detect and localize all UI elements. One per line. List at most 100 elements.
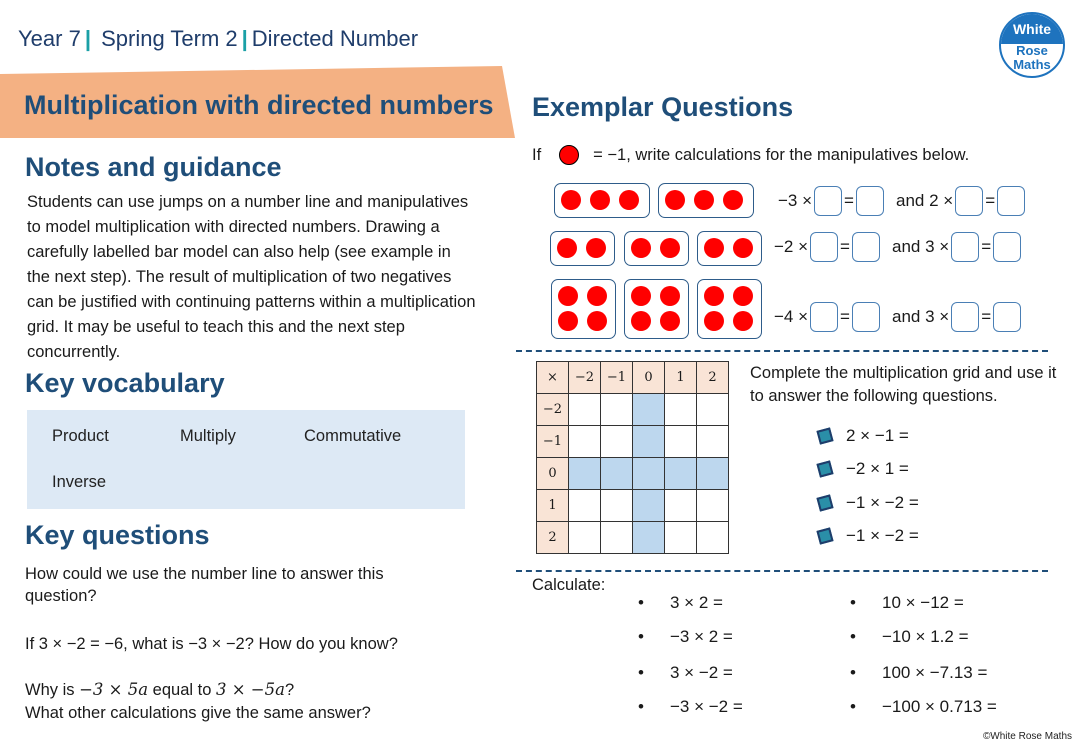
key-question-3: Why is −3 × 5a equal to 3 × −5a? (25, 679, 294, 701)
red-counter (733, 311, 753, 331)
red-counter (590, 190, 610, 210)
calc-text: −100 × 0.713 = (882, 697, 997, 716)
grid-cell[interactable] (664, 521, 697, 554)
copyright: ©White Rose Maths (982, 731, 1072, 742)
multiplication-grid: × −2 −1 0 1 2 −2 −1 0 1 2 (536, 361, 729, 554)
square-bullet-icon (816, 527, 834, 545)
notes-heading: Notes and guidance (25, 152, 282, 182)
red-counter (631, 311, 651, 331)
grid-row-header: 1 (536, 489, 569, 522)
bullet-icon: • (638, 697, 644, 716)
grid-cell[interactable] (568, 521, 601, 554)
counter-group (697, 231, 762, 266)
exemplar-heading: Exemplar Questions (532, 92, 794, 122)
answer-box[interactable] (993, 232, 1022, 262)
calc-text: −3 × 2 = (670, 627, 733, 646)
grid-cell[interactable] (696, 489, 729, 522)
grid-cell[interactable] (600, 521, 633, 554)
red-counter (733, 238, 753, 258)
grid-cell[interactable] (600, 457, 633, 490)
grid-cell[interactable] (664, 393, 697, 426)
grid-row-header: −1 (536, 425, 569, 458)
grid-cell[interactable] (568, 425, 601, 458)
calc-item: • 3 × 2 = (638, 593, 723, 613)
counter-group (658, 183, 754, 218)
grid-cell[interactable] (632, 425, 665, 458)
counter-group (624, 279, 689, 339)
red-counter (660, 311, 680, 331)
answer-box[interactable] (993, 302, 1022, 332)
answer-box[interactable] (814, 186, 843, 216)
grid-cell[interactable] (632, 521, 665, 554)
answer-box[interactable] (851, 302, 880, 332)
calc-text: −10 × 1.2 = (882, 627, 969, 646)
grid-cell[interactable] (600, 425, 633, 458)
grid-cell[interactable] (632, 457, 665, 490)
answer-box[interactable] (997, 186, 1026, 216)
bullet-icon: • (850, 627, 856, 646)
counter-group (697, 279, 762, 339)
logo-line-2: Rose (1016, 42, 1048, 58)
grid-corner: × (536, 361, 569, 394)
answer-box[interactable] (951, 232, 980, 262)
bullet-icon: • (638, 663, 644, 682)
square-bullet-icon (816, 460, 834, 478)
notes-text: Students can use jumps on a number line … (27, 193, 476, 361)
equation-prefix: and 2 × (895, 191, 954, 210)
grid-question-text: −2 × 1 = (846, 459, 909, 478)
grid-cell[interactable] (568, 393, 601, 426)
bullet-icon: • (850, 593, 856, 612)
grid-col-header: 2 (696, 361, 729, 394)
grid-cell[interactable] (696, 457, 729, 490)
vocab-word: Commutative (304, 427, 402, 445)
answer-box[interactable] (810, 302, 839, 332)
red-counter (561, 190, 581, 210)
grid-cell[interactable] (696, 521, 729, 554)
equation-row-3: −4 × = and 3 × = (774, 302, 1023, 332)
q3-expression-2: 3 × −5a (215, 680, 285, 699)
calculate-label: Calculate: (532, 576, 606, 594)
grid-cell[interactable] (664, 489, 697, 522)
red-counter (694, 190, 714, 210)
grid-question: 2 × −1 = (816, 426, 909, 446)
equals-sign: = (840, 307, 850, 326)
grid-cell[interactable] (600, 393, 633, 426)
grid-question-text: −1 × −2 = (846, 493, 919, 512)
answer-box[interactable] (955, 186, 984, 216)
red-counter (587, 286, 607, 306)
grid-instruction: Complete the multiplication grid and use… (750, 364, 1057, 405)
bullet-icon: • (638, 627, 644, 646)
answer-box[interactable] (951, 302, 980, 332)
red-counter-icon (559, 145, 580, 165)
logo-lines-2-3: Rose Maths (1001, 42, 1063, 72)
grid-cell[interactable] (568, 457, 601, 490)
intro-if: If (532, 145, 542, 164)
answer-box[interactable] (810, 232, 839, 262)
grid-cell[interactable] (600, 489, 633, 522)
equation-prefix: −4 × (774, 307, 809, 326)
grid-cell[interactable] (696, 425, 729, 458)
bullet-icon: • (850, 697, 856, 716)
red-counter (660, 238, 680, 258)
answer-box[interactable] (851, 232, 880, 262)
bullet-icon: • (638, 593, 644, 612)
red-counter (723, 190, 743, 210)
red-counter (704, 238, 724, 258)
key-question-2: If 3 × −2 = −6, what is −3 × −2? How do … (25, 635, 398, 653)
grid-col-header: 1 (664, 361, 697, 394)
grid-cell[interactable] (568, 489, 601, 522)
q3-text: ? (284, 681, 295, 699)
white-rose-maths-logo: White Rose Maths (999, 12, 1065, 78)
equation-prefix: and 3 × (891, 237, 950, 256)
grid-cell[interactable] (664, 425, 697, 458)
red-counter (704, 286, 724, 306)
answer-box[interactable] (855, 186, 884, 216)
equation-row-2: −2 × = and 3 × = (774, 232, 1023, 262)
counter-group (551, 279, 616, 339)
grid-cell[interactable] (664, 457, 697, 490)
q3-text: Why is (25, 681, 80, 699)
grid-cell[interactable] (696, 393, 729, 426)
breadcrumb-term: Spring Term 2 (101, 26, 238, 51)
grid-cell[interactable] (632, 393, 665, 426)
grid-cell[interactable] (632, 489, 665, 522)
